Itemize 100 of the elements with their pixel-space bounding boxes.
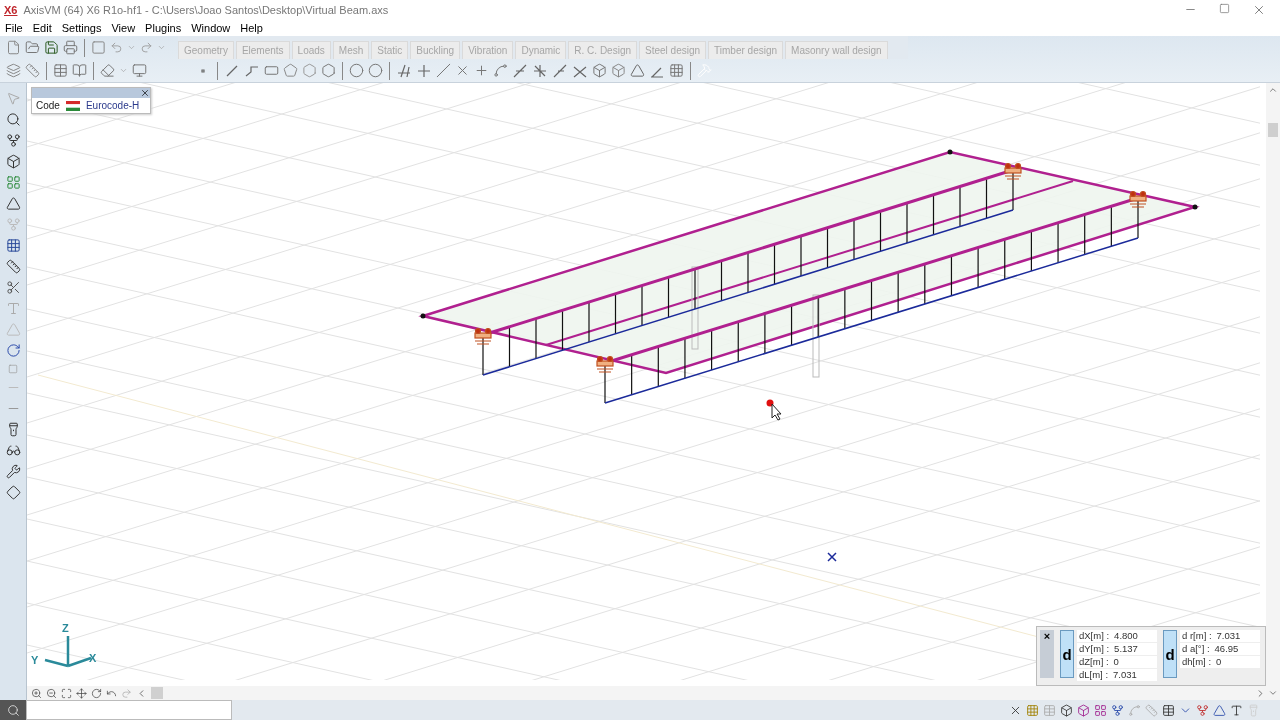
circle-icon[interactable]: [349, 63, 364, 78]
grid-check-icon[interactable]: [669, 63, 684, 78]
intersect-icon[interactable]: [455, 63, 470, 78]
y-axis-label: Y: [31, 654, 39, 666]
origin-mark-icon: [827, 552, 837, 562]
coordinate-value: 5.137: [1114, 643, 1138, 655]
angle-line-icon[interactable]: [552, 62, 568, 79]
undo-icon[interactable]: [110, 41, 123, 54]
coordinate-label: d a[°] :: [1182, 643, 1210, 655]
scrollbar-thumb[interactable]: [151, 687, 163, 699]
delta-badge: d: [1060, 630, 1074, 678]
warning-icon[interactable]: [5, 485, 21, 500]
curve-icon[interactable]: [493, 63, 508, 78]
rotate-view-icon[interactable]: [91, 687, 102, 699]
cut-icon[interactable]: [5, 280, 21, 295]
open-folder-icon[interactable]: [25, 40, 40, 55]
ribbon-tab[interactable]: Timber design: [708, 41, 784, 59]
star-line-icon[interactable]: [532, 62, 548, 79]
zoom-icon[interactable]: [5, 112, 21, 127]
pointer-icon[interactable]: [5, 91, 21, 106]
ribbon-tab[interactable]: Mesh: [332, 41, 370, 59]
zoom-out-icon[interactable]: [46, 687, 57, 699]
code-value: Eurocode-H: [85, 100, 140, 111]
coordinate-value: 46.95: [1214, 643, 1239, 655]
z-axis-label: Z: [62, 622, 69, 634]
coordinate-value: 0: [1113, 656, 1119, 668]
zoom-in-icon[interactable]: [31, 687, 42, 699]
printer-icon[interactable]: [63, 40, 78, 55]
close-icon[interactable]: [140, 88, 150, 98]
new-file-icon[interactable]: [6, 40, 21, 55]
scrollbar-thumb[interactable]: [1268, 123, 1278, 137]
monitor-icon[interactable]: [132, 63, 147, 78]
cross-line-icon[interactable]: [416, 62, 432, 79]
mouse-cursor-icon: [771, 403, 782, 421]
rectangle-icon[interactable]: [264, 63, 279, 78]
coordinate-value: 7.031: [1113, 669, 1137, 681]
coordinate-label: dL[m] :: [1079, 669, 1109, 681]
ribbon-tab[interactable]: Geometry: [178, 41, 234, 59]
menu-item[interactable]: Window: [186, 22, 236, 34]
menu-item[interactable]: Edit: [27, 22, 57, 34]
ribbon-tab[interactable]: Masonry wall design: [785, 41, 888, 59]
redo-icon[interactable]: [140, 41, 153, 54]
menu-item[interactable]: Settings: [56, 22, 107, 34]
zoom-fit-icon[interactable]: [61, 687, 72, 699]
hash-icon[interactable]: [396, 62, 412, 79]
ribbon-tab[interactable]: Buckling: [410, 41, 461, 59]
circle-icon[interactable]: [368, 63, 383, 78]
ribbon-tab[interactable]: Static: [371, 41, 409, 59]
ribbon-tab[interactable]: Steel design: [639, 41, 707, 59]
split-line-icon[interactable]: [512, 62, 528, 79]
wrench-icon[interactable]: [5, 464, 21, 479]
node-grid-icon[interactable]: [5, 238, 21, 253]
wireframe-icon[interactable]: [1060, 703, 1073, 717]
glasses-icon[interactable]: [5, 443, 21, 458]
table-icon[interactable]: [1162, 703, 1175, 717]
ribbon-tab[interactable]: R. C. Design: [568, 41, 637, 59]
node-icon[interactable]: [474, 63, 489, 78]
app-logo: X6: [4, 4, 18, 16]
command-field[interactable]: [26, 700, 232, 720]
coordinate-value: 0: [1216, 656, 1222, 668]
menu-item[interactable]: Help: [235, 22, 268, 34]
shaded-icon[interactable]: [1077, 703, 1090, 717]
scroll-down-icon[interactable]: [1268, 688, 1278, 698]
view-icon[interactable]: [5, 154, 21, 169]
pentagon-icon[interactable]: [283, 63, 298, 78]
eraser-icon[interactable]: [100, 63, 115, 78]
ribbon-tab[interactable]: Elements: [235, 41, 290, 59]
diagonal-line-icon[interactable]: [436, 63, 451, 78]
ribbon-tab[interactable]: Loads: [291, 41, 331, 59]
table-icon[interactable]: [53, 63, 68, 78]
coordinate-label: dX[m] :: [1079, 630, 1110, 642]
x-axis-label: X: [89, 652, 97, 664]
coordinate-label: d r[m] :: [1182, 630, 1212, 642]
delta-badge: d: [1163, 630, 1177, 678]
hexagon-icon[interactable]: [302, 63, 317, 78]
solid-block-icon[interactable]: [611, 63, 626, 78]
ribbon-tab[interactable]: Dynamic: [515, 41, 567, 59]
menu-item[interactable]: View: [106, 22, 141, 34]
scroll-up-icon[interactable]: [1268, 85, 1278, 95]
flag-icon: [65, 100, 80, 111]
numbering-icon[interactable]: [1230, 703, 1243, 717]
color-palette-icon[interactable]: [5, 175, 21, 190]
search-icon[interactable]: [6, 703, 20, 717]
coordinate-label: dh[m] :: [1182, 656, 1212, 668]
solid-block-icon[interactable]: [592, 63, 607, 78]
coordinate-value: 4.800: [1114, 630, 1138, 642]
close-icon[interactable]: [1252, 3, 1266, 17]
restore-icon[interactable]: [1219, 3, 1230, 14]
ribbon-tab[interactable]: Vibration: [462, 41, 514, 59]
close-button[interactable]: ×: [1040, 630, 1054, 678]
pan-icon[interactable]: [76, 687, 87, 699]
ruler-icon[interactable]: [25, 63, 40, 78]
rotate-icon[interactable]: [5, 343, 21, 358]
hexagon-icon[interactable]: [321, 63, 336, 78]
text-icon[interactable]: [5, 301, 21, 316]
menu-item[interactable]: File: [0, 22, 28, 34]
menu-item[interactable]: Plugins: [140, 22, 187, 34]
book-icon[interactable]: [72, 63, 87, 78]
layers-icon[interactable]: [6, 63, 21, 78]
save-icon[interactable]: [44, 40, 59, 55]
